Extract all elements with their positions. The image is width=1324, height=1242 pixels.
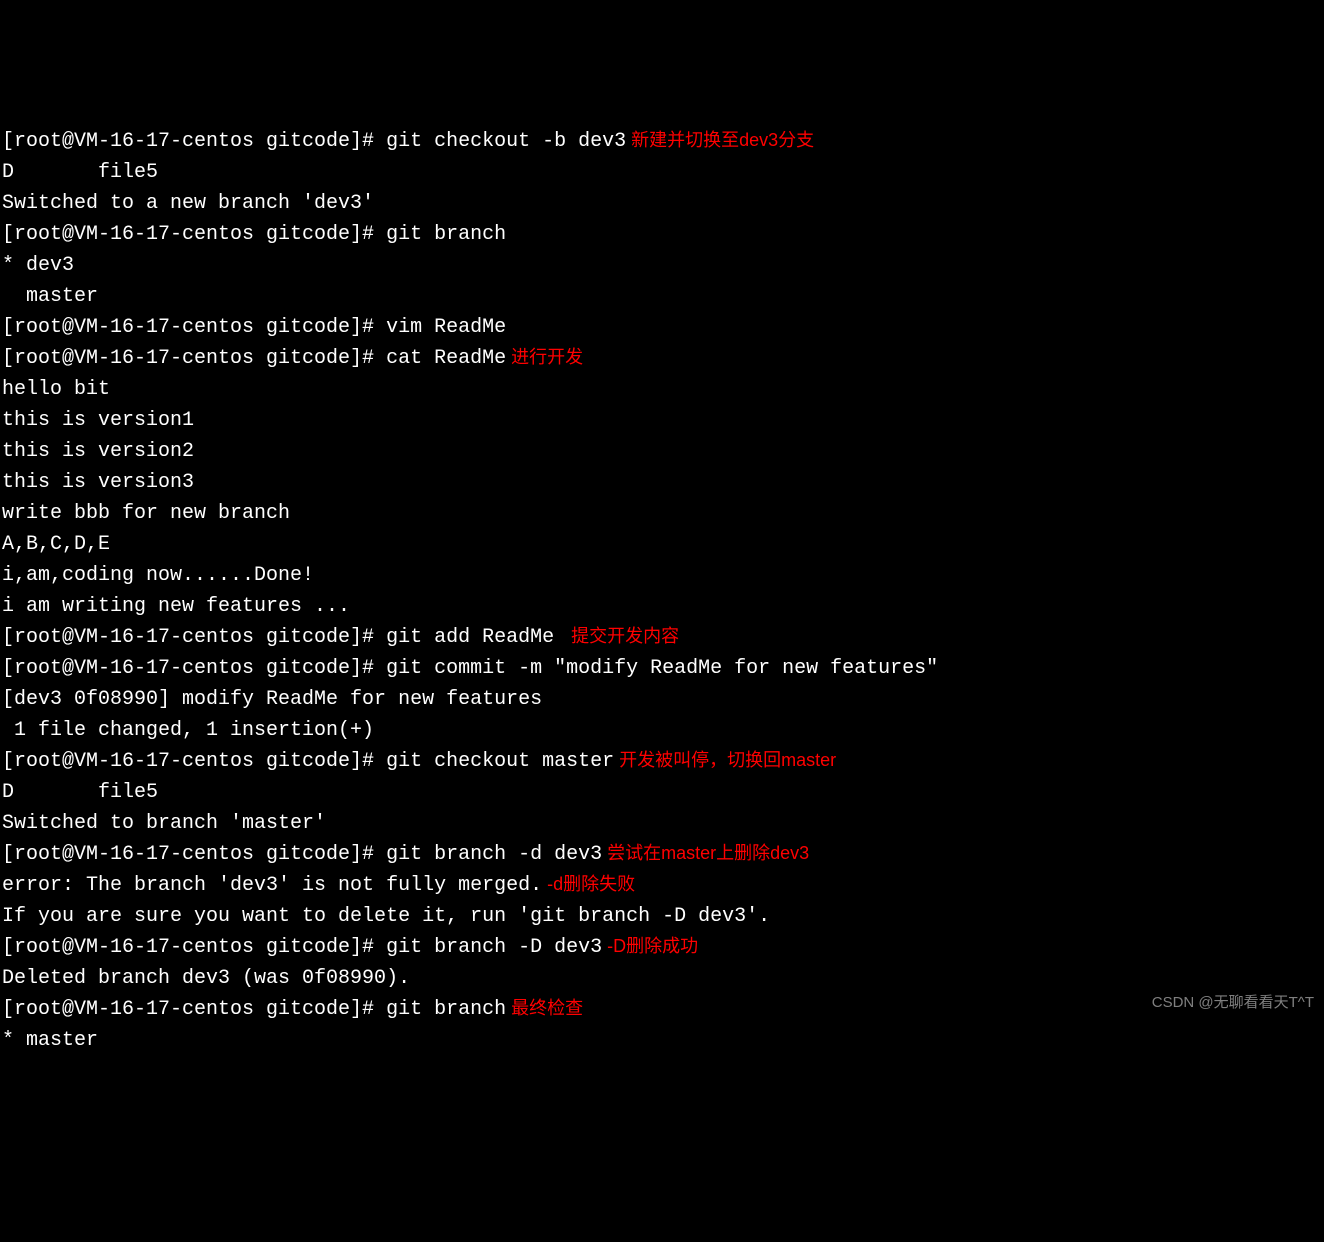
output-text: i,am,coding now......Done! — [2, 564, 314, 587]
annotation: 最终检查 — [506, 998, 583, 1018]
terminal-line: If you are sure you want to delete it, r… — [2, 901, 1322, 932]
terminal-line: A,B,C,D,E — [2, 529, 1322, 560]
terminal-line: [root@VM-16-17-centos gitcode]# git bran… — [2, 219, 1322, 250]
output-text: this is version3 — [2, 471, 194, 494]
terminal-line: [root@VM-16-17-centos gitcode]# git chec… — [2, 746, 1322, 777]
terminal-line: Switched to branch 'master' — [2, 808, 1322, 839]
terminal-line: [root@VM-16-17-centos gitcode]# git bran… — [2, 994, 1322, 1025]
shell-command: git checkout -b dev3 — [386, 130, 626, 153]
terminal-line: i am writing new features ... — [2, 591, 1322, 622]
output-text: [dev3 0f08990] modify ReadMe for new fea… — [2, 688, 542, 711]
output-text: Deleted branch dev3 (was 0f08990). — [2, 967, 410, 990]
terminal-line: [root@VM-16-17-centos gitcode]# git comm… — [2, 653, 1322, 684]
output-text: 1 file changed, 1 insertion(+) — [2, 719, 374, 742]
terminal-line: * master — [2, 1025, 1322, 1056]
output-text: Switched to a new branch 'dev3' — [2, 192, 374, 215]
output-text: i am writing new features ... — [2, 595, 350, 618]
terminal-line: [root@VM-16-17-centos gitcode]# git add … — [2, 622, 1322, 653]
output-text: this is version2 — [2, 440, 194, 463]
terminal-line: D file5 — [2, 777, 1322, 808]
shell-prompt: [root@VM-16-17-centos gitcode]# — [2, 130, 386, 153]
shell-prompt: [root@VM-16-17-centos gitcode]# — [2, 626, 386, 649]
output-text: write bbb for new branch — [2, 502, 290, 525]
terminal-line: error: The branch 'dev3' is not fully me… — [2, 870, 1322, 901]
output-text: * master — [2, 1029, 98, 1052]
shell-prompt: [root@VM-16-17-centos gitcode]# — [2, 347, 386, 370]
terminal-line: this is version1 — [2, 405, 1322, 436]
shell-command: git branch -D dev3 — [386, 936, 602, 959]
annotation: -D删除成功 — [602, 936, 698, 956]
terminal-line: Deleted branch dev3 (was 0f08990). — [2, 963, 1322, 994]
shell-command: git add ReadMe — [386, 626, 566, 649]
terminal-line: write bbb for new branch — [2, 498, 1322, 529]
shell-command: git branch — [386, 223, 506, 246]
annotation: 尝试在master上删除dev3 — [602, 843, 809, 863]
annotation: 开发被叫停，切换回master — [614, 750, 836, 770]
shell-prompt: [root@VM-16-17-centos gitcode]# — [2, 316, 386, 339]
shell-prompt: [root@VM-16-17-centos gitcode]# — [2, 998, 386, 1021]
output-text: D file5 — [2, 161, 158, 184]
output-text: this is version1 — [2, 409, 194, 432]
watermark: CSDN @无聊看看天T^T — [1152, 991, 1314, 1014]
output-text: * dev3 — [2, 254, 74, 277]
annotation: 提交开发内容 — [566, 626, 679, 646]
shell-command: git branch -d dev3 — [386, 843, 602, 866]
terminal-line: [root@VM-16-17-centos gitcode]# vim Read… — [2, 312, 1322, 343]
terminal-line: this is version2 — [2, 436, 1322, 467]
output-text: A,B,C,D,E — [2, 533, 110, 556]
output-text: hello bit — [2, 378, 110, 401]
shell-prompt: [root@VM-16-17-centos gitcode]# — [2, 936, 386, 959]
annotation: -d删除失败 — [542, 874, 635, 894]
shell-command: git checkout master — [386, 750, 614, 773]
terminal-line: Switched to a new branch 'dev3' — [2, 188, 1322, 219]
shell-command: git commit -m "modify ReadMe for new fea… — [386, 657, 938, 680]
terminal-line: [root@VM-16-17-centos gitcode]# cat Read… — [2, 343, 1322, 374]
shell-prompt: [root@VM-16-17-centos gitcode]# — [2, 750, 386, 773]
terminal-line: [root@VM-16-17-centos gitcode]# git bran… — [2, 932, 1322, 963]
annotation: 新建并切换至dev3分支 — [626, 130, 814, 150]
terminal-line: D file5 — [2, 157, 1322, 188]
terminal-line: [dev3 0f08990] modify ReadMe for new fea… — [2, 684, 1322, 715]
terminal-line: 1 file changed, 1 insertion(+) — [2, 715, 1322, 746]
terminal-line: hello bit — [2, 374, 1322, 405]
output-text: Switched to branch 'master' — [2, 812, 326, 835]
output-text: If you are sure you want to delete it, r… — [2, 905, 770, 928]
shell-prompt: [root@VM-16-17-centos gitcode]# — [2, 843, 386, 866]
terminal-line: i,am,coding now......Done! — [2, 560, 1322, 591]
shell-command: vim ReadMe — [386, 316, 506, 339]
shell-command: git branch — [386, 998, 506, 1021]
terminal-line: master — [2, 281, 1322, 312]
terminal-line: [root@VM-16-17-centos gitcode]# git chec… — [2, 126, 1322, 157]
output-text: error: The branch 'dev3' is not fully me… — [2, 874, 542, 897]
output-text: D file5 — [2, 781, 158, 804]
shell-command: cat ReadMe — [386, 347, 506, 370]
annotation: 进行开发 — [506, 347, 583, 367]
terminal-line: this is version3 — [2, 467, 1322, 498]
shell-prompt: [root@VM-16-17-centos gitcode]# — [2, 223, 386, 246]
output-text: master — [2, 285, 98, 308]
terminal-output: [root@VM-16-17-centos gitcode]# git chec… — [2, 126, 1322, 1056]
terminal-line: [root@VM-16-17-centos gitcode]# git bran… — [2, 839, 1322, 870]
terminal-line: * dev3 — [2, 250, 1322, 281]
shell-prompt: [root@VM-16-17-centos gitcode]# — [2, 657, 386, 680]
